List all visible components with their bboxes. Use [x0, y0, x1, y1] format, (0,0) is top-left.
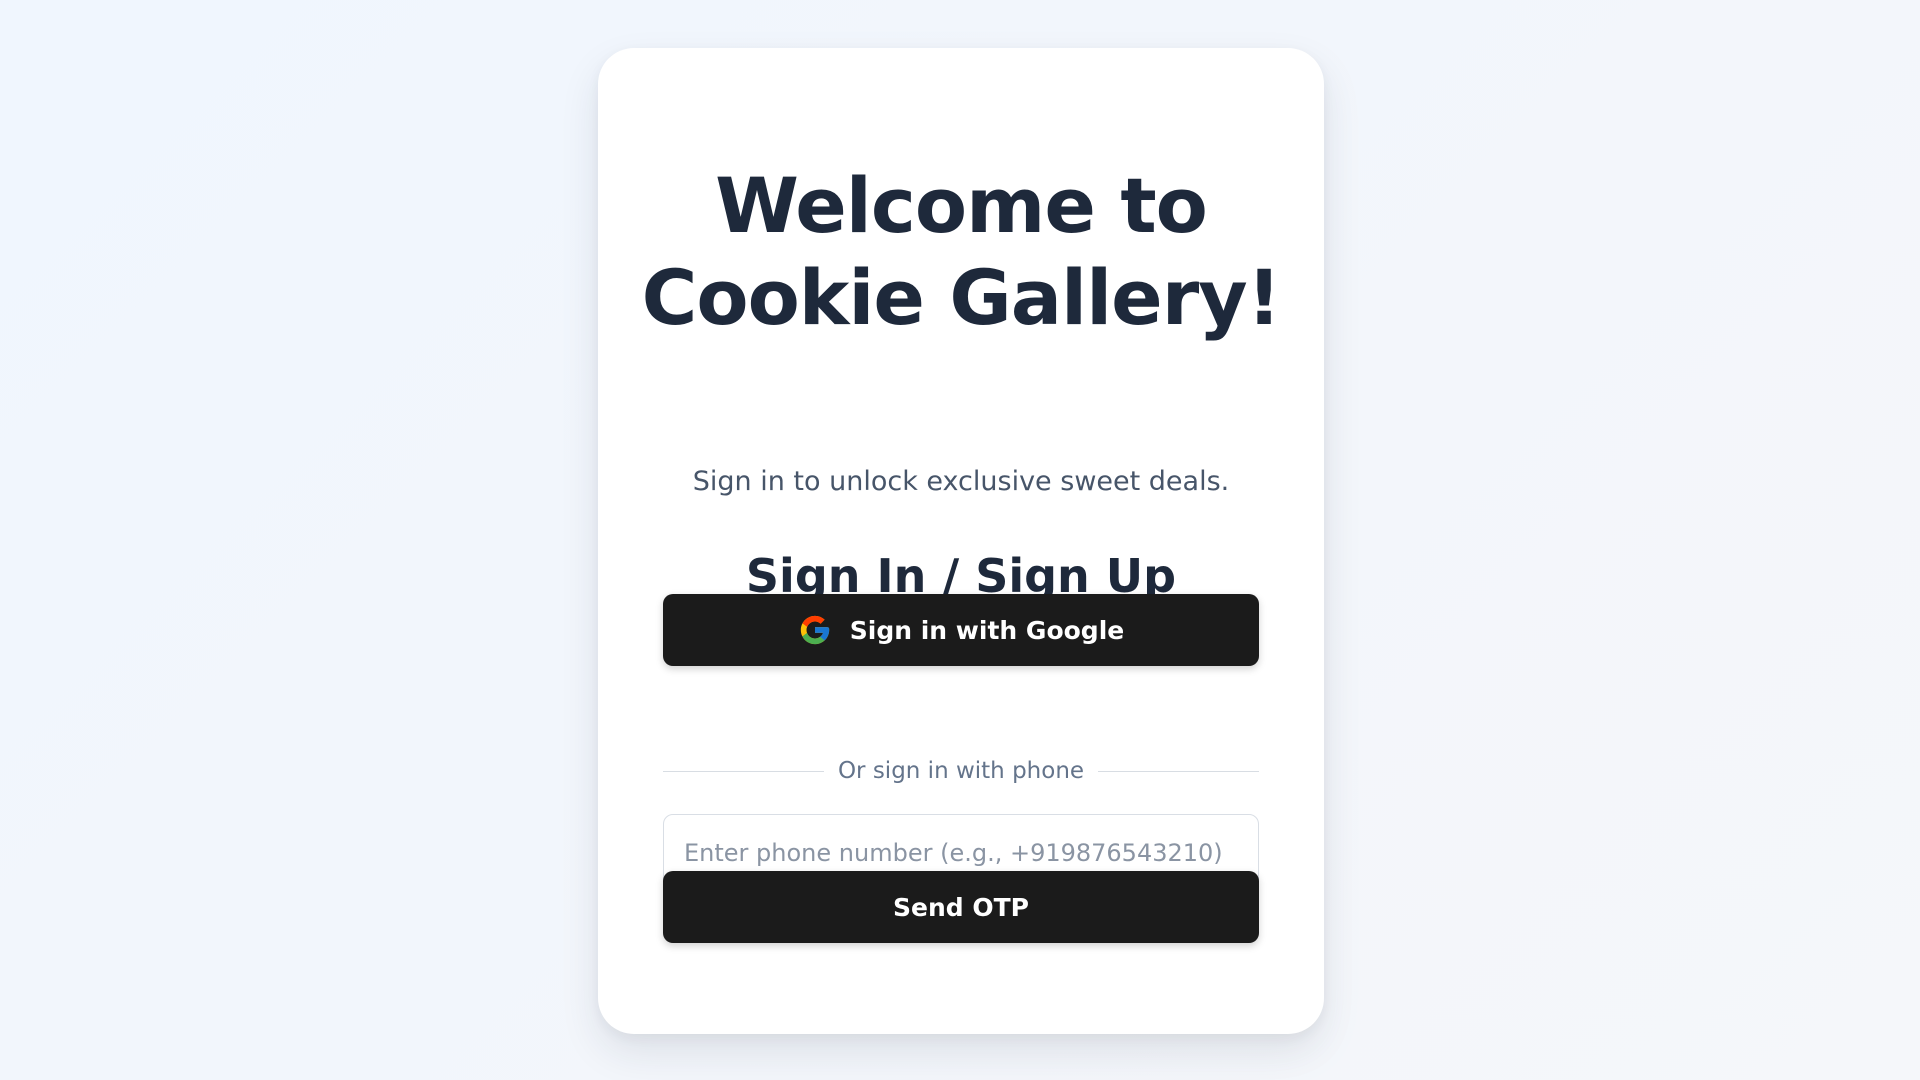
- sign-in-card: Welcome to Cookie Gallery! Sign in to un…: [598, 48, 1324, 1034]
- google-sign-in-button[interactable]: Sign in with Google: [663, 594, 1259, 666]
- page-subtitle: Sign in to unlock exclusive sweet deals.: [692, 466, 1230, 497]
- divider-line-left: [663, 770, 824, 772]
- divider-line-right: [1098, 770, 1259, 772]
- google-button-label: Sign in with Google: [849, 615, 1125, 645]
- page-title: Welcome to Cookie Gallery!: [641, 161, 1282, 342]
- or-divider: Or sign in with phone: [663, 756, 1259, 786]
- send-otp-button[interactable]: Send OTP: [663, 871, 1259, 943]
- divider-text: Or sign in with phone: [837, 758, 1085, 784]
- google-g-icon: [800, 615, 829, 645]
- send-otp-label: Send OTP: [893, 892, 1029, 922]
